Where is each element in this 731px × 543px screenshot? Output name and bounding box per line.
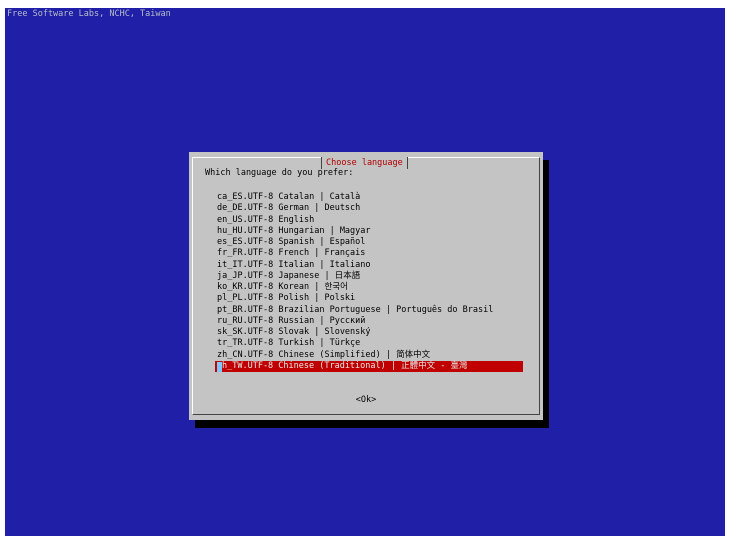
language-item[interactable]: ru_RU.UTF-8 Russian | Русский	[215, 316, 523, 327]
language-item[interactable]: en_US.UTF-8 English	[215, 215, 523, 226]
selected-language-label: h_TW.UTF-8 Chinese (Traditional) | 正體中文 …	[222, 360, 468, 371]
dialog-question: Which language do you prefer:	[205, 168, 354, 178]
language-item-selected[interactable]: h_TW.UTF-8 Chinese (Traditional) | 正體中文 …	[215, 360, 523, 372]
language-item[interactable]: ko_KR.UTF-8 Korean | 한국어	[215, 282, 523, 293]
language-item[interactable]: fr_FR.UTF-8 French | Français	[215, 248, 523, 259]
language-item[interactable]: ja_JP.UTF-8 Japanese | 日本語	[215, 271, 523, 282]
language-list: ca_ES.UTF-8 Catalan | Català de_DE.UTF-8…	[215, 192, 523, 372]
language-dialog: Choose language Which language do you pr…	[189, 152, 543, 420]
language-item[interactable]: ca_ES.UTF-8 Catalan | Català	[215, 192, 523, 203]
installer-screen: Free Software Labs, NCHC, Taiwan Choose …	[5, 8, 725, 536]
language-item[interactable]: zh_CN.UTF-8 Chinese (Simplified) | 简体中文	[215, 350, 523, 361]
language-item[interactable]: pl_PL.UTF-8 Polish | Polski	[215, 293, 523, 304]
language-item[interactable]: de_DE.UTF-8 German | Deutsch	[215, 203, 523, 214]
language-item[interactable]: es_ES.UTF-8 Spanish | Español	[215, 237, 523, 248]
language-item[interactable]: sk_SK.UTF-8 Slovak | Slovenský	[215, 327, 523, 338]
language-item[interactable]: pt_BR.UTF-8 Brazilian Portuguese | Portu…	[215, 305, 523, 316]
language-item[interactable]: hu_HU.UTF-8 Hungarian | Magyar	[215, 226, 523, 237]
banner-text: Free Software Labs, NCHC, Taiwan	[7, 9, 171, 19]
language-item[interactable]: it_IT.UTF-8 Italian | Italiano	[215, 260, 523, 271]
language-item[interactable]: tr_TR.UTF-8 Turkish | Türkçe	[215, 338, 523, 349]
ok-button[interactable]: <Ok>	[193, 395, 539, 406]
dialog-frame: Choose language Which language do you pr…	[192, 157, 540, 415]
